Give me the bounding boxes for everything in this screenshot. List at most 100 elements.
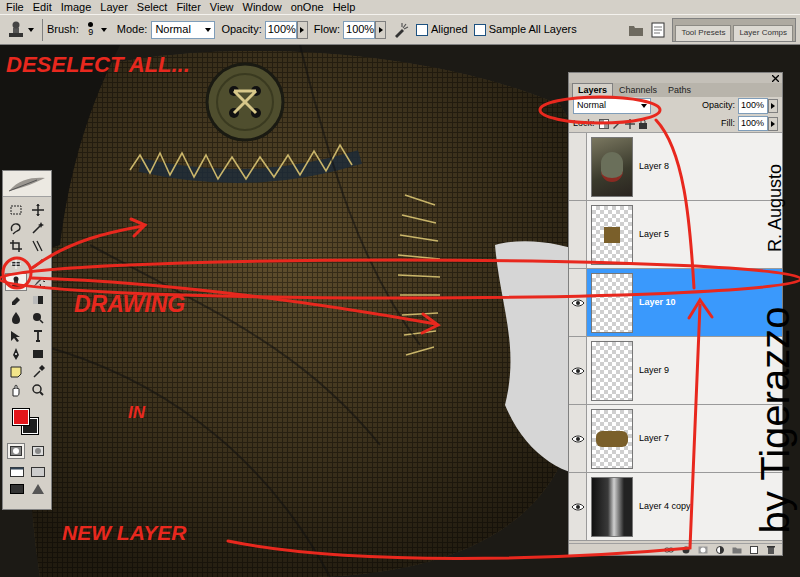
visibility-toggle[interactable] bbox=[569, 133, 587, 200]
visibility-toggle[interactable] bbox=[569, 201, 587, 268]
trash-icon[interactable] bbox=[766, 546, 776, 554]
menu-item[interactable]: Image bbox=[61, 2, 92, 13]
panel-title-bar[interactable] bbox=[569, 73, 782, 83]
aligned-option[interactable]: Aligned bbox=[416, 24, 468, 36]
tool-button[interactable] bbox=[27, 273, 49, 291]
palette-well-tab[interactable]: Tool Presets bbox=[675, 25, 731, 41]
tool-button[interactable] bbox=[5, 381, 27, 399]
panel-tab[interactable]: Channels bbox=[614, 84, 662, 97]
tool-button[interactable] bbox=[27, 237, 49, 255]
foreground-color-swatch[interactable] bbox=[13, 409, 29, 425]
layer-content[interactable]: Layer 4 copy bbox=[587, 473, 782, 540]
visibility-toggle[interactable] bbox=[569, 337, 587, 404]
tool-button[interactable] bbox=[5, 309, 27, 327]
tool-button[interactable] bbox=[27, 327, 49, 345]
full-screen-menu-button[interactable] bbox=[29, 465, 47, 479]
opacity-slider-button[interactable] bbox=[768, 99, 778, 113]
tool-button[interactable] bbox=[5, 345, 27, 363]
quick-mask-button[interactable] bbox=[29, 443, 47, 459]
tool-icon bbox=[31, 275, 45, 289]
tool-button[interactable] bbox=[5, 219, 27, 237]
menu-item[interactable]: Layer bbox=[100, 2, 128, 13]
tool-button[interactable] bbox=[27, 345, 49, 363]
tool-button[interactable] bbox=[5, 273, 27, 291]
standard-mode-button[interactable] bbox=[7, 443, 25, 459]
tool-button[interactable] bbox=[27, 219, 49, 237]
new-layer-icon[interactable] bbox=[749, 546, 759, 554]
panel-tab[interactable]: Paths bbox=[663, 84, 696, 97]
close-icon[interactable] bbox=[772, 75, 779, 82]
style-icon[interactable] bbox=[681, 546, 691, 554]
layer-content[interactable]: Layer 5 bbox=[587, 201, 782, 268]
flow-field[interactable]: 100% bbox=[343, 21, 375, 39]
menu-item[interactable]: View bbox=[210, 2, 234, 13]
link-icon[interactable] bbox=[664, 546, 674, 554]
layer-row[interactable]: Layer 8 bbox=[569, 133, 782, 201]
layer-opacity-label: Opacity: bbox=[702, 99, 735, 113]
brush-picker[interactable]: 9 bbox=[83, 18, 109, 42]
mask-icon[interactable] bbox=[698, 546, 708, 554]
sample-all-layers-checkbox[interactable] bbox=[474, 24, 486, 36]
tool-button[interactable] bbox=[27, 381, 49, 399]
lock-transparency-icon[interactable] bbox=[599, 119, 609, 129]
tool-button[interactable] bbox=[5, 237, 27, 255]
palette-well-tab[interactable]: Layer Comps bbox=[733, 25, 793, 41]
blend-mode-select[interactable]: Normal bbox=[573, 98, 651, 114]
panel-tab[interactable]: Layers bbox=[572, 83, 613, 97]
standard-screen-button[interactable] bbox=[8, 465, 26, 479]
airbrush-icon[interactable] bbox=[392, 21, 410, 39]
mode-select[interactable]: Normal bbox=[151, 21, 215, 39]
menu-item[interactable]: Filter bbox=[176, 2, 200, 13]
layer-content[interactable]: Layer 9 bbox=[587, 337, 782, 404]
tool-icon bbox=[9, 311, 23, 325]
layer-content[interactable]: Layer 8 bbox=[587, 133, 782, 200]
layer-row[interactable]: Layer 10 bbox=[569, 269, 782, 337]
flow-slider-button[interactable] bbox=[375, 21, 386, 39]
aligned-checkbox[interactable] bbox=[416, 24, 428, 36]
layer-opacity-field[interactable]: 100% bbox=[738, 98, 768, 114]
menu-item[interactable]: onOne bbox=[291, 2, 324, 13]
tool-button[interactable] bbox=[27, 291, 49, 309]
visibility-toggle[interactable] bbox=[569, 473, 587, 540]
folder-icon[interactable] bbox=[732, 546, 742, 554]
visibility-toggle[interactable] bbox=[569, 405, 587, 472]
full-screen-button[interactable] bbox=[8, 482, 26, 496]
tool-button[interactable] bbox=[27, 201, 49, 219]
file-browser-button[interactable] bbox=[626, 20, 646, 40]
imageready-jump-button[interactable] bbox=[29, 482, 47, 496]
lock-position-icon[interactable] bbox=[625, 119, 635, 129]
menu-item[interactable]: Window bbox=[243, 2, 282, 13]
toolbox-header[interactable] bbox=[3, 171, 51, 197]
tool-button[interactable] bbox=[5, 255, 27, 273]
lock-all-icon[interactable] bbox=[638, 119, 648, 129]
layer-row[interactable]: Layer 5 bbox=[569, 201, 782, 269]
tool-button[interactable] bbox=[5, 201, 27, 219]
menu-item[interactable]: File bbox=[6, 2, 24, 13]
layer-row[interactable]: Layer 9 bbox=[569, 337, 782, 405]
opacity-slider-button[interactable] bbox=[297, 21, 308, 39]
eye-icon bbox=[571, 367, 585, 375]
color-swatches bbox=[10, 407, 44, 437]
tool-button[interactable] bbox=[27, 363, 49, 381]
tool-preset-picker[interactable] bbox=[4, 18, 38, 42]
tool-button[interactable] bbox=[5, 291, 27, 309]
imageready-button[interactable] bbox=[648, 20, 668, 40]
layer-row[interactable]: Layer 7 bbox=[569, 405, 782, 473]
tool-button[interactable] bbox=[27, 255, 49, 273]
layer-content[interactable]: Layer 7 bbox=[587, 405, 782, 472]
lock-pixels-icon[interactable] bbox=[612, 119, 622, 129]
tool-button[interactable] bbox=[5, 327, 27, 345]
layer-content[interactable]: Layer 10 bbox=[587, 269, 782, 336]
menu-item[interactable]: Help bbox=[333, 2, 356, 13]
menu-item[interactable]: Select bbox=[137, 2, 168, 13]
visibility-toggle[interactable] bbox=[569, 269, 587, 336]
fill-field[interactable]: 100% bbox=[738, 116, 768, 132]
layer-row[interactable]: Layer 4 copy bbox=[569, 473, 782, 541]
opacity-field[interactable]: 100% bbox=[265, 21, 297, 39]
tool-button[interactable] bbox=[5, 363, 27, 381]
menu-item[interactable]: Edit bbox=[33, 2, 52, 13]
tool-button[interactable] bbox=[27, 309, 49, 327]
fill-slider-button[interactable] bbox=[768, 117, 778, 131]
adjustment-icon[interactable] bbox=[715, 546, 725, 554]
sample-all-layers-option[interactable]: Sample All Layers bbox=[474, 24, 577, 36]
